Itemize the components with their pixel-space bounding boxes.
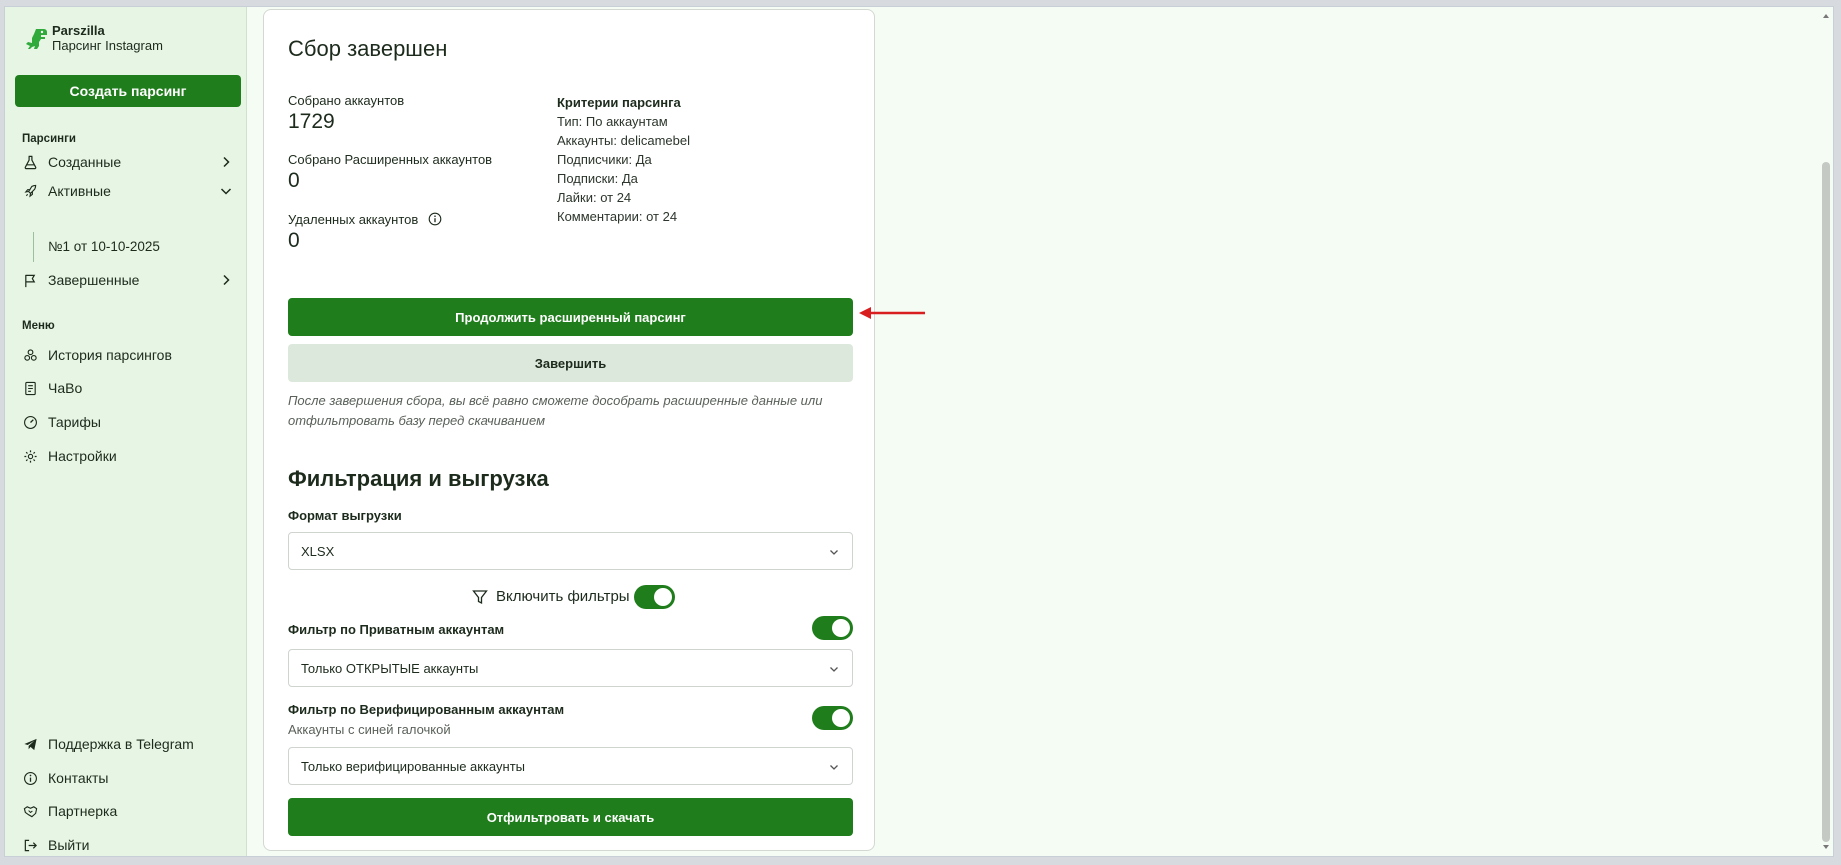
brand-logo[interactable]: Parszilla Парсинг Instagram (22, 23, 163, 54)
chevron-down-icon (220, 188, 232, 195)
chevron-down-icon (830, 550, 838, 555)
verified-filter-sublabel: Аккаунты с синей галочкой (288, 722, 451, 737)
chevron-right-icon (223, 274, 230, 286)
app-window: Parszilla Парсинг Instagram Создать парс… (4, 6, 1834, 857)
sidebar-item-faq[interactable]: ЧаВо (15, 374, 241, 402)
sidebar-item-label: Настройки (48, 448, 117, 464)
chevron-right-icon (223, 156, 230, 168)
sidebar-item-contacts[interactable]: Контакты (15, 764, 241, 792)
logout-icon (22, 837, 38, 853)
criteria-followers: Подписчики: Да (557, 152, 652, 167)
private-filter-value: Только ОТКРЫТЫЕ аккаунты (301, 660, 479, 676)
section-label-parsings: Парсинги (22, 133, 76, 145)
criteria-heading: Критерии парсинга (557, 95, 681, 110)
section-label-menu: Меню (22, 320, 55, 332)
sidebar-item-label: Контакты (48, 770, 109, 786)
gear-icon (22, 448, 38, 464)
sidebar-item-label: Тарифы (48, 414, 101, 430)
sidebar: Parszilla Парсинг Instagram Создать парс… (5, 7, 247, 856)
chevron-down-icon (830, 765, 838, 770)
dinosaur-logo-icon (26, 28, 47, 49)
scroll-up-icon[interactable] (1822, 12, 1830, 20)
collected-accounts-label: Собрано аккаунтов (288, 93, 405, 108)
parsing-criteria: Критерии парсинга Тип: По аккаунтам Акка… (557, 93, 690, 226)
continue-extended-parsing-button[interactable]: Продолжить расширенный парсинг (288, 298, 853, 336)
criteria-likes: Лайки: от 24 (557, 190, 632, 205)
create-parsing-button[interactable]: Создать парсинг (15, 75, 241, 107)
sidebar-item-created[interactable]: Созданные (15, 148, 241, 176)
filter-section-title: Фильтрация и выгрузка (288, 466, 549, 491)
sidebar-item-label: Партнерка (48, 803, 118, 819)
sidebar-item-label: Созданные (48, 154, 122, 170)
extended-accounts-value: 0 (288, 169, 300, 192)
handshake-icon (22, 803, 38, 819)
finish-button[interactable]: Завершить (288, 344, 853, 382)
info-icon[interactable] (428, 212, 442, 226)
criteria-comments: Комментарии: от 24 (557, 209, 678, 224)
sidebar-item-support-telegram[interactable]: Поддержка в Telegram (15, 730, 241, 758)
rocket-icon (22, 183, 38, 199)
gauge-icon (22, 414, 38, 430)
private-filter-toggle[interactable] (812, 616, 853, 640)
telegram-icon (22, 736, 38, 752)
extended-accounts-label: Собрано Расширенных аккаунтов (288, 152, 493, 167)
sidebar-item-partner[interactable]: Партнерка (15, 797, 241, 825)
sidebar-item-history[interactable]: История парсингов (15, 341, 241, 369)
brand-subtitle: Парсинг Instagram (52, 38, 163, 53)
chevron-down-icon (830, 667, 838, 672)
deleted-accounts-label: Удаленных аккаунтов (288, 212, 442, 227)
page-title: Сбор завершен (288, 36, 448, 61)
sidebar-item-logout[interactable]: Выйти (15, 831, 241, 856)
verified-filter-toggle[interactable] (812, 706, 853, 730)
sidebar-item-label: Завершенные (48, 272, 140, 288)
criteria-accounts: Аккаунты: delicamebel (557, 133, 690, 148)
export-format-label: Формат выгрузки (288, 508, 402, 523)
parsing-result-card: Сбор завершен Собрано аккаунтов 1729 Соб… (263, 9, 875, 851)
scroll-down-icon[interactable] (1822, 843, 1830, 851)
enable-filters-label: Включить фильтры (496, 588, 630, 605)
sidebar-item-settings[interactable]: Настройки (15, 442, 241, 470)
page-scrollbar[interactable] (1819, 7, 1833, 856)
brand-name: Parszilla (52, 23, 105, 38)
export-format-value: XLSX (301, 543, 335, 559)
sidebar-item-label: Выйти (48, 837, 90, 853)
sidebar-item-active[interactable]: Активные (15, 177, 241, 205)
collected-accounts-value: 1729 (288, 110, 335, 133)
document-icon (22, 380, 38, 396)
enable-filters-row: Включить фильтры (472, 588, 630, 605)
sidebar-item-label: ЧаВо (48, 380, 83, 396)
scrollbar-thumb[interactable] (1822, 162, 1830, 842)
info-icon (22, 770, 38, 786)
deleted-accounts-value: 0 (288, 229, 300, 252)
flask-icon (22, 154, 38, 170)
sidebar-item-label: Активные (48, 183, 111, 199)
sidebar-item-label: История парсингов (48, 347, 172, 363)
export-format-select[interactable]: XLSX (288, 532, 853, 570)
finish-hint: После завершения сбора, вы всё равно смо… (288, 393, 823, 428)
deleted-accounts-text: Удаленных аккаунтов (288, 212, 419, 227)
filter-icon (472, 589, 488, 604)
history-icon (22, 347, 38, 363)
sidebar-item-finished[interactable]: Завершенные (15, 266, 241, 294)
verified-filter-label: Фильтр по Верифицированным аккаунтам (288, 702, 565, 717)
flag-icon (22, 272, 38, 288)
verified-filter-select[interactable]: Только верифицированные аккаунты (288, 747, 853, 785)
annotation-arrow-icon (859, 307, 925, 319)
criteria-following: Подписки: Да (557, 171, 638, 186)
private-filter-select[interactable]: Только ОТКРЫТЫЕ аккаунты (288, 649, 853, 687)
criteria-type: Тип: По аккаунтам (557, 114, 668, 129)
sidebar-subitem-active-parsing[interactable]: №1 от 10-10-2025 (33, 232, 233, 262)
verified-filter-value: Только верифицированные аккаунты (301, 758, 525, 774)
private-filter-label: Фильтр по Приватным аккаунтам (288, 622, 505, 637)
sidebar-item-tariffs[interactable]: Тарифы (15, 408, 241, 436)
enable-filters-toggle[interactable] (634, 585, 675, 609)
sidebar-item-label: Поддержка в Telegram (48, 736, 194, 752)
filter-and-download-button[interactable]: Отфильтровать и скачать (288, 798, 853, 836)
